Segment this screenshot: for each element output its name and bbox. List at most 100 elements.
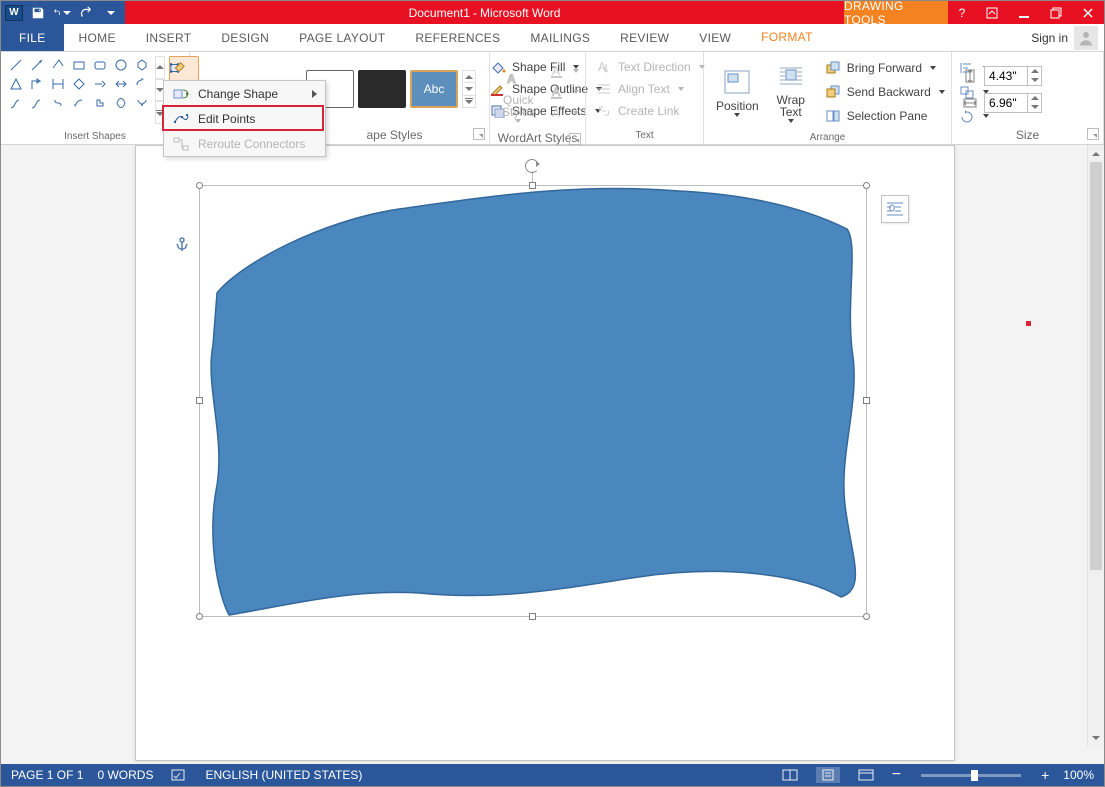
tab-review[interactable]: REVIEW: [605, 24, 684, 51]
minimize-button[interactable]: [1008, 1, 1040, 24]
web-layout-icon[interactable]: [854, 767, 878, 783]
document-canvas[interactable]: [1, 145, 1104, 764]
edit-shape-icon[interactable]: [170, 57, 186, 79]
style-thumb-blue[interactable]: Abc: [410, 70, 458, 108]
dialog-launcher-icon[interactable]: [473, 128, 485, 140]
read-mode-icon[interactable]: [778, 767, 802, 783]
qat-customize-icon[interactable]: [101, 5, 119, 21]
tab-format[interactable]: FORMAT: [746, 24, 828, 51]
resize-handle-e[interactable]: [863, 397, 870, 404]
zoom-in-button[interactable]: +: [1041, 770, 1049, 780]
group-text: A Text Direction Align Text Create Link …: [586, 52, 704, 144]
tab-references[interactable]: REFERENCES: [400, 24, 515, 51]
position-button[interactable]: Position: [710, 56, 765, 127]
ribbon: A Change Shape: [1, 52, 1104, 145]
width-input[interactable]: [984, 93, 1042, 113]
zoom-slider-thumb[interactable]: [971, 770, 978, 781]
window-controls: ?: [948, 1, 1104, 24]
group-wordart-styles: A Quick Styles A A A WordArt Styles: [490, 52, 586, 144]
height-value[interactable]: [985, 67, 1027, 85]
zoom-out-button[interactable]: −: [892, 770, 901, 780]
dialog-launcher-icon[interactable]: [569, 133, 581, 145]
redo-icon[interactable]: [77, 5, 95, 21]
window-title: Document1 - Microsoft Word: [125, 1, 844, 24]
edit-points-icon: [172, 112, 190, 126]
position-icon: [721, 66, 753, 98]
resize-handle-ne[interactable]: [863, 182, 870, 189]
style-thumb-dark[interactable]: Abc: [358, 70, 406, 108]
vertical-scrollbar[interactable]: [1087, 145, 1104, 746]
menu-edit-points[interactable]: Edit Points: [164, 106, 325, 131]
chevron-down-icon[interactable]: [465, 87, 473, 91]
selection-pane-button[interactable]: Selection Pane: [821, 106, 949, 126]
shapes-gallery[interactable]: [7, 56, 151, 124]
help-button[interactable]: ?: [948, 1, 976, 24]
quick-styles-icon: A: [502, 60, 534, 92]
style-gallery-scroll[interactable]: [462, 70, 476, 108]
menu-change-shape-label: Change Shape: [198, 87, 278, 101]
dialog-launcher-icon[interactable]: [1087, 128, 1099, 140]
spinner-up-icon[interactable]: [1028, 67, 1041, 76]
wrap-text-button[interactable]: Wrap Text: [769, 56, 813, 127]
group-label-text: Text: [586, 126, 703, 144]
shape-style-gallery[interactable]: Abc Abc Abc: [306, 56, 476, 122]
zoom-level[interactable]: 100%: [1063, 768, 1094, 782]
layout-options-button[interactable]: [881, 195, 909, 223]
save-icon[interactable]: [29, 5, 47, 21]
tab-home[interactable]: HOME: [64, 24, 131, 51]
resize-handle-se[interactable]: [863, 613, 870, 620]
marker: [1026, 321, 1031, 326]
tab-file[interactable]: FILE: [1, 24, 64, 51]
document-title: Document1: [409, 6, 470, 20]
app-window: W Document1 - Microsoft Word DRAWING TOO…: [0, 0, 1105, 787]
status-words[interactable]: 0 WORDS: [97, 768, 153, 782]
text-outline-button: A: [545, 82, 583, 102]
scrollbar-thumb[interactable]: [1090, 162, 1102, 570]
tab-view[interactable]: VIEW: [684, 24, 746, 51]
sign-in-link[interactable]: Sign in: [1031, 24, 1104, 51]
ribbon-options-icon[interactable]: [976, 1, 1008, 24]
resize-handle-nw[interactable]: [196, 182, 203, 189]
undo-icon[interactable]: [53, 5, 71, 21]
send-backward-button[interactable]: Send Backward: [821, 82, 949, 102]
align-text-button: Align Text: [592, 79, 697, 99]
tab-mailings[interactable]: MAILINGS: [515, 24, 605, 51]
resize-handle-sw[interactable]: [196, 613, 203, 620]
print-layout-icon[interactable]: [816, 767, 840, 783]
chevron-up-icon[interactable]: [465, 75, 473, 79]
svg-text:A: A: [552, 64, 560, 78]
resize-handle-w[interactable]: [196, 397, 203, 404]
quick-access-toolbar: W: [1, 1, 125, 24]
spinner-down-icon[interactable]: [1028, 103, 1041, 112]
align-text-icon: [596, 81, 612, 97]
status-page[interactable]: PAGE 1 OF 1: [11, 768, 83, 782]
resize-handle-s[interactable]: [529, 613, 536, 620]
width-value[interactable]: [985, 94, 1027, 112]
spinner-up-icon[interactable]: [1028, 94, 1041, 103]
spellcheck-icon[interactable]: [167, 767, 191, 783]
chevron-up-icon[interactable]: [156, 65, 164, 69]
menu-reroute-label: Reroute Connectors: [198, 137, 305, 151]
zoom-slider[interactable]: [921, 774, 1021, 777]
scroll-up-icon[interactable]: [1088, 145, 1104, 162]
tab-insert[interactable]: INSERT: [131, 24, 207, 51]
more-icon[interactable]: [465, 98, 473, 104]
selection-bounding-box: [199, 185, 867, 617]
tab-design[interactable]: DESIGN: [206, 24, 284, 51]
scroll-down-icon[interactable]: [1088, 729, 1104, 746]
restore-button[interactable]: [1040, 1, 1072, 24]
bring-forward-button[interactable]: Bring Forward: [821, 58, 949, 78]
spinner-down-icon[interactable]: [1028, 76, 1041, 85]
quick-styles-button: A Quick Styles: [496, 56, 541, 127]
close-button[interactable]: [1072, 1, 1104, 24]
selection-pane-label: Selection Pane: [847, 109, 928, 123]
tab-page-layout[interactable]: PAGE LAYOUT: [284, 24, 400, 51]
undo-more-icon[interactable]: [63, 11, 71, 15]
word-badge-icon: W: [5, 5, 23, 21]
status-language[interactable]: ENGLISH (UNITED STATES): [205, 768, 362, 782]
rotate-handle[interactable]: [525, 159, 539, 173]
resize-handle-n[interactable]: [529, 182, 536, 189]
height-input[interactable]: [984, 66, 1042, 86]
menu-change-shape[interactable]: Change Shape: [164, 81, 325, 106]
align-text-label: Align Text: [618, 82, 670, 96]
